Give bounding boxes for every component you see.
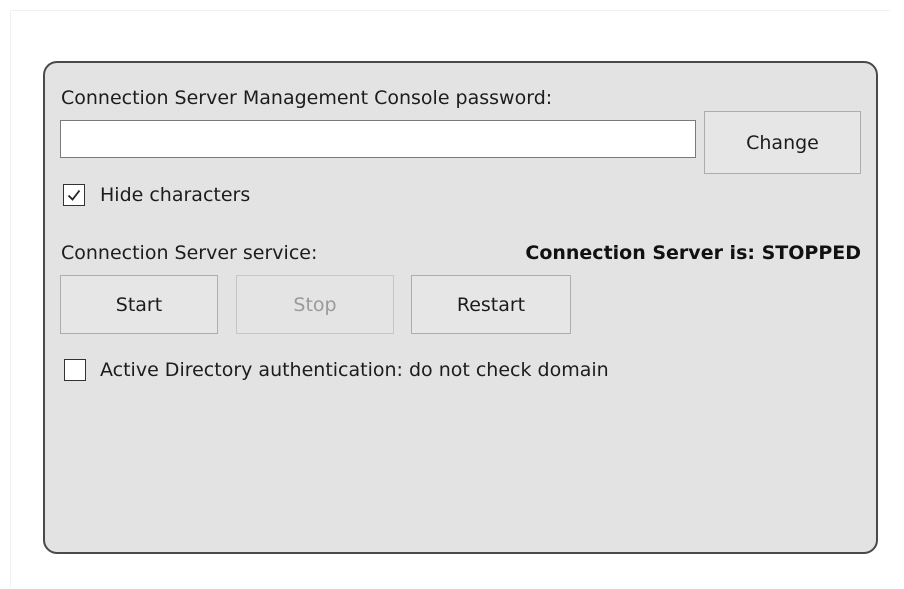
ad-auth-label[interactable]: Active Directory authentication: do not …: [100, 358, 609, 382]
settings-page: Connection Server Management Console pas…: [0, 0, 904, 589]
service-label: Connection Server service:: [61, 242, 318, 264]
restart-button[interactable]: Restart: [411, 275, 571, 334]
server-status-text: Connection Server is: STOPPED: [525, 242, 861, 264]
change-password-button[interactable]: Change: [704, 111, 861, 174]
start-button[interactable]: Start: [60, 275, 218, 334]
ad-auth-checkbox[interactable]: [64, 359, 86, 381]
password-field[interactable]: [60, 120, 696, 158]
hide-characters-checkbox[interactable]: [63, 184, 85, 206]
check-icon: [67, 189, 81, 201]
hide-characters-label[interactable]: Hide characters: [100, 183, 250, 207]
stop-button[interactable]: Stop: [236, 275, 394, 334]
password-label: Connection Server Management Console pas…: [61, 87, 553, 109]
